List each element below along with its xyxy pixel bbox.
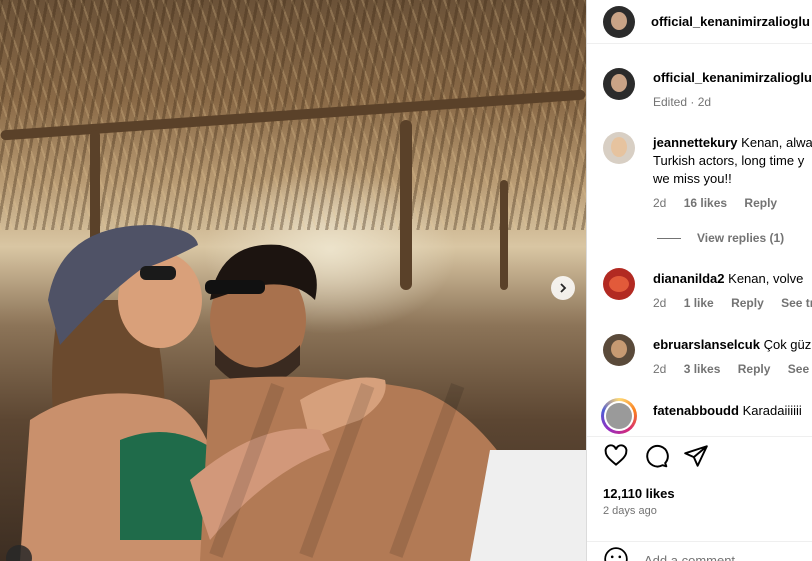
comment-text-line: Kenan, alwa [741, 135, 812, 150]
reply-button[interactable]: Reply [738, 362, 771, 376]
comment-body: ebruarslanselcuk Çok güz [653, 336, 811, 354]
author-avatar[interactable] [603, 6, 635, 38]
comment-body: fatenabboudd Karadaiiiiii [653, 402, 802, 420]
add-comment-input[interactable]: Add a comment... [644, 553, 746, 561]
heart-icon[interactable] [603, 443, 629, 469]
comment-text-line: Karadaiiiiii [742, 403, 802, 418]
comment-body: jeannettekury Kenan, alwa [653, 134, 812, 152]
comment-likes[interactable]: 3 likes [684, 362, 721, 376]
couple-figure [20, 225, 586, 561]
comment-bubble-icon[interactable] [643, 443, 669, 469]
chevron-right-icon [560, 283, 567, 293]
commenter-avatar[interactable] [603, 334, 635, 366]
comment-text-line: Çok güz [763, 337, 812, 352]
comment-username[interactable]: fatenabboudd [653, 403, 739, 418]
comment-meta: 2d 1 like Reply See transl [653, 296, 812, 310]
post-actions: 12,110 likes 2 days ago Add a comment... [587, 436, 812, 561]
see-translation-button[interactable]: See transl [781, 296, 812, 310]
caption-avatar[interactable] [603, 68, 635, 100]
reply-button[interactable]: Reply [744, 196, 777, 210]
author-username[interactable]: official_kenanimirzalioglu [651, 14, 810, 29]
comment-meta: 2d 3 likes Reply See trans [653, 362, 812, 376]
comment-text-line: Turkish actors, long time y [653, 153, 805, 168]
next-photo-button[interactable] [551, 276, 575, 300]
comment-text-line: Kenan, volve [728, 271, 804, 286]
comment-username[interactable]: jeannettekury [653, 135, 738, 150]
caption-username[interactable]: official_kenanimirzalioglu [653, 70, 812, 85]
caption-meta: Edited · 2d [653, 95, 712, 109]
reply-button[interactable]: Reply [731, 296, 764, 310]
comment-list: official_kenanimirzalioglu Edited · 2d j… [587, 44, 812, 436]
view-replies-label: View replies (1) [697, 231, 785, 245]
comment-meta: 2d 16 likes Reply [653, 196, 791, 210]
divider-line [657, 238, 681, 240]
paper-plane-icon[interactable] [683, 443, 709, 469]
see-translation-button[interactable]: See trans [788, 362, 812, 376]
likes-count[interactable]: 12,110 likes [603, 486, 675, 501]
posted-time: 2 days ago [603, 505, 657, 517]
comment-likes[interactable]: 16 likes [684, 196, 727, 210]
comment-body: diananilda2 Kenan, volve [653, 270, 803, 288]
comment-time: 2d [653, 196, 667, 210]
comment-likes[interactable]: 1 like [684, 296, 714, 310]
commenter-avatar-story-ring[interactable] [601, 398, 637, 434]
commenter-avatar[interactable] [603, 132, 635, 164]
comment-time: 2d [653, 296, 667, 310]
add-comment-bar[interactable]: Add a comment... [587, 541, 812, 561]
commenter-avatar[interactable] [603, 268, 635, 300]
post-side-panel: official_kenanimirzalioglu official_kena… [586, 0, 812, 561]
comment-time: 2d [653, 362, 667, 376]
post-photo[interactable] [0, 0, 586, 561]
comment-username[interactable]: ebruarslanselcuk [653, 337, 760, 352]
comment-text-line: we miss you!! [653, 171, 732, 186]
post-header: official_kenanimirzalioglu [587, 0, 812, 44]
comment-username[interactable]: diananilda2 [653, 271, 725, 286]
smiley-icon[interactable] [603, 546, 629, 561]
view-replies-button[interactable]: View replies (1) [657, 231, 784, 245]
